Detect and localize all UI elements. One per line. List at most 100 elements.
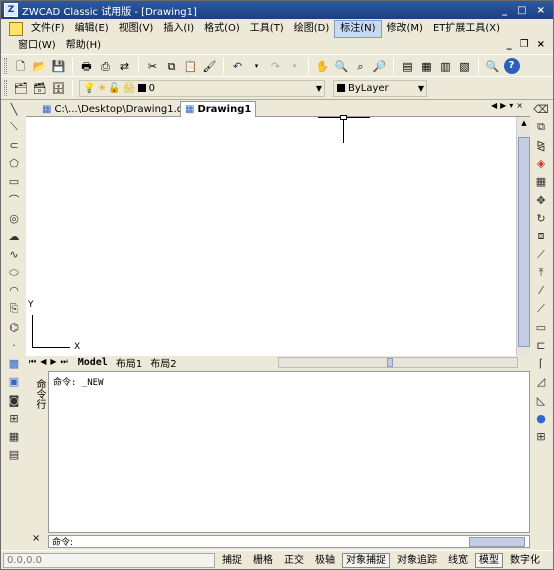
menu-et-tools[interactable]: ET扩展工具(X) <box>428 21 505 37</box>
scrollbar-thumb[interactable] <box>387 358 393 367</box>
sheet-icon[interactable]: ▧ <box>457 58 473 74</box>
cloud-icon[interactable]: ☁ <box>3 227 25 245</box>
ellipse-icon[interactable]: ⬭ <box>3 264 25 282</box>
rectangle-icon[interactable]: ▭ <box>3 173 25 191</box>
redo-icon[interactable]: ↷ <box>268 58 284 74</box>
layout-nav-arrows[interactable]: ⏮ ◀ ▶ ⏭ <box>29 357 68 367</box>
preview-icon[interactable]: ⎙ <box>98 58 114 74</box>
extend-icon[interactable]: ⁄ <box>530 282 552 300</box>
toolbar-grip[interactable] <box>4 80 7 96</box>
layout-tab-1[interactable]: 布局1 <box>112 355 146 370</box>
status-osnap-button[interactable]: 对象捕捉 <box>342 552 390 568</box>
menu-window[interactable]: 窗口(W) <box>13 38 61 54</box>
arc-icon[interactable]: ⌒ <box>3 191 25 209</box>
ellipse-arc-icon[interactable]: ◠ <box>3 282 25 300</box>
tool-palette-icon[interactable]: ▥ <box>438 58 454 74</box>
status-ortho-button[interactable]: 正交 <box>280 553 308 568</box>
doc-restore-button[interactable]: ❐ <box>520 39 529 50</box>
document-icon[interactable] <box>9 21 23 36</box>
edit-polyline-icon[interactable]: ◺ <box>530 391 552 409</box>
break-icon[interactable]: ⟋ <box>530 300 552 318</box>
menu-draw[interactable]: 绘图(D) <box>289 21 335 37</box>
scale-icon[interactable]: ⧈ <box>530 227 552 245</box>
offset-icon[interactable]: ◈ <box>530 155 552 173</box>
next-layout-icon[interactable]: ▶ <box>50 357 56 367</box>
design-center-icon[interactable]: ▦ <box>419 58 435 74</box>
paste-icon[interactable]: 📋 <box>183 58 199 74</box>
erase-icon[interactable]: ⌫ <box>530 100 552 118</box>
explode-icon[interactable]: ◿ <box>530 373 552 391</box>
insert-block-icon[interactable]: ⎘ <box>3 300 25 318</box>
status-otrack-button[interactable]: 对象追踪 <box>393 553 441 568</box>
array-icon[interactable]: ▦ <box>530 173 552 191</box>
point-icon[interactable]: · <box>3 336 25 354</box>
last-layout-icon[interactable]: ⏭ <box>61 357 68 367</box>
menu-tools[interactable]: 工具(T) <box>245 21 289 37</box>
status-model-button[interactable]: 模型 <box>475 552 503 568</box>
trim-icon[interactable]: ⤒ <box>530 264 552 282</box>
image-icon[interactable]: ▦ <box>3 427 25 445</box>
mirror-icon[interactable]: ⧎ <box>530 136 552 154</box>
match-icon[interactable]: 🖌 <box>202 58 218 74</box>
polygon-icon[interactable]: ⬠ <box>3 155 25 173</box>
gradient-icon[interactable]: ▣ <box>3 373 25 391</box>
doc-minimize-button[interactable]: _ <box>507 39 512 50</box>
save-icon[interactable]: 💾 <box>51 58 67 74</box>
canvas-vertical-scrollbar[interactable]: ▲ <box>516 117 530 356</box>
menu-file[interactable]: 文件(F) <box>26 21 70 37</box>
layer-dropdown-arrow-icon[interactable]: ▼ <box>316 81 322 96</box>
menu-help[interactable]: 帮助(H) <box>61 38 106 54</box>
scroll-up-icon[interactable]: ▲ <box>518 119 530 131</box>
layout-tab-2[interactable]: 布局2 <box>146 355 180 370</box>
drawing-canvas[interactable]: Y X <box>26 115 516 356</box>
new-icon[interactable]: 🗋 <box>13 58 29 74</box>
properties-icon[interactable]: ▤ <box>400 58 416 74</box>
open-icon[interactable]: 📂 <box>32 58 48 74</box>
zoom-previous-icon[interactable]: 🔎 <box>372 58 388 74</box>
tab-controls[interactable]: ◀▶▾× <box>491 101 526 110</box>
line-icon[interactable]: ╲ <box>3 100 25 118</box>
zoom-realtime-icon[interactable]: 🔍 <box>334 58 350 74</box>
layer-manager-icon[interactable]: 🗂 <box>13 80 29 96</box>
menu-view[interactable]: 视图(V) <box>114 21 159 37</box>
xline-icon[interactable]: ⟍ <box>3 118 25 136</box>
menu-insert[interactable]: 插入(I) <box>158 21 199 37</box>
undo-dropdown-icon[interactable]: ▾ <box>249 58 265 74</box>
circle-icon[interactable]: ◎ <box>3 209 25 227</box>
spline-icon[interactable]: ∿ <box>3 246 25 264</box>
command-close-icon[interactable]: × <box>32 533 40 544</box>
fillet-icon[interactable]: ⌈ <box>530 355 552 373</box>
command-input[interactable]: 命令: <box>48 535 530 548</box>
layer-state-icon[interactable]: 🗄 <box>51 80 67 96</box>
undo-icon[interactable]: ↶ <box>230 58 246 74</box>
print-icon[interactable]: 🖶 <box>79 58 95 74</box>
copy-object-icon[interactable]: ⧉ <box>530 118 552 136</box>
status-snap-button[interactable]: 捕捉 <box>218 553 246 568</box>
command-scrollbar[interactable] <box>469 537 525 547</box>
mtext-icon[interactable]: ▤ <box>3 446 25 464</box>
properties-paint-icon[interactable]: ● <box>530 409 552 427</box>
status-digitizer-button[interactable]: 数字化 <box>506 553 544 568</box>
copy-icon[interactable]: ⧉ <box>164 58 180 74</box>
close-button[interactable]: × <box>537 5 545 16</box>
status-grid-button[interactable]: 栅格 <box>249 553 277 568</box>
cut-icon[interactable]: ✂ <box>145 58 161 74</box>
menu-dimension[interactable]: 标注(N) <box>334 19 382 38</box>
zoom-window-icon[interactable]: ⌕ <box>353 58 369 74</box>
layout-tab-model[interactable]: Model <box>74 357 112 368</box>
inquiry-icon[interactable]: ⊞ <box>530 427 552 445</box>
title-bar[interactable]: Z ZWCAD Classic 试用版 - [Drawing1] _ □ × <box>1 1 553 19</box>
status-polar-button[interactable]: 极轴 <box>311 553 339 568</box>
redo-dropdown-icon[interactable]: ▾ <box>287 58 303 74</box>
rotate-icon[interactable]: ↻ <box>530 209 552 227</box>
polyline-icon[interactable]: ⊂ <box>3 136 25 154</box>
command-window-handle[interactable]: 命令行 <box>26 371 47 537</box>
pan-icon[interactable]: ✋ <box>315 58 331 74</box>
hatch-icon[interactable]: ▩ <box>3 355 25 373</box>
help-icon[interactable]: ? <box>503 58 520 74</box>
table-icon[interactable]: ⊞ <box>3 409 25 427</box>
menu-format[interactable]: 格式(O) <box>199 21 245 37</box>
publish-icon[interactable]: ⇄ <box>117 58 133 74</box>
chamfer-icon[interactable]: ⊏ <box>530 336 552 354</box>
calculator-icon[interactable]: 🔍 <box>485 58 501 74</box>
